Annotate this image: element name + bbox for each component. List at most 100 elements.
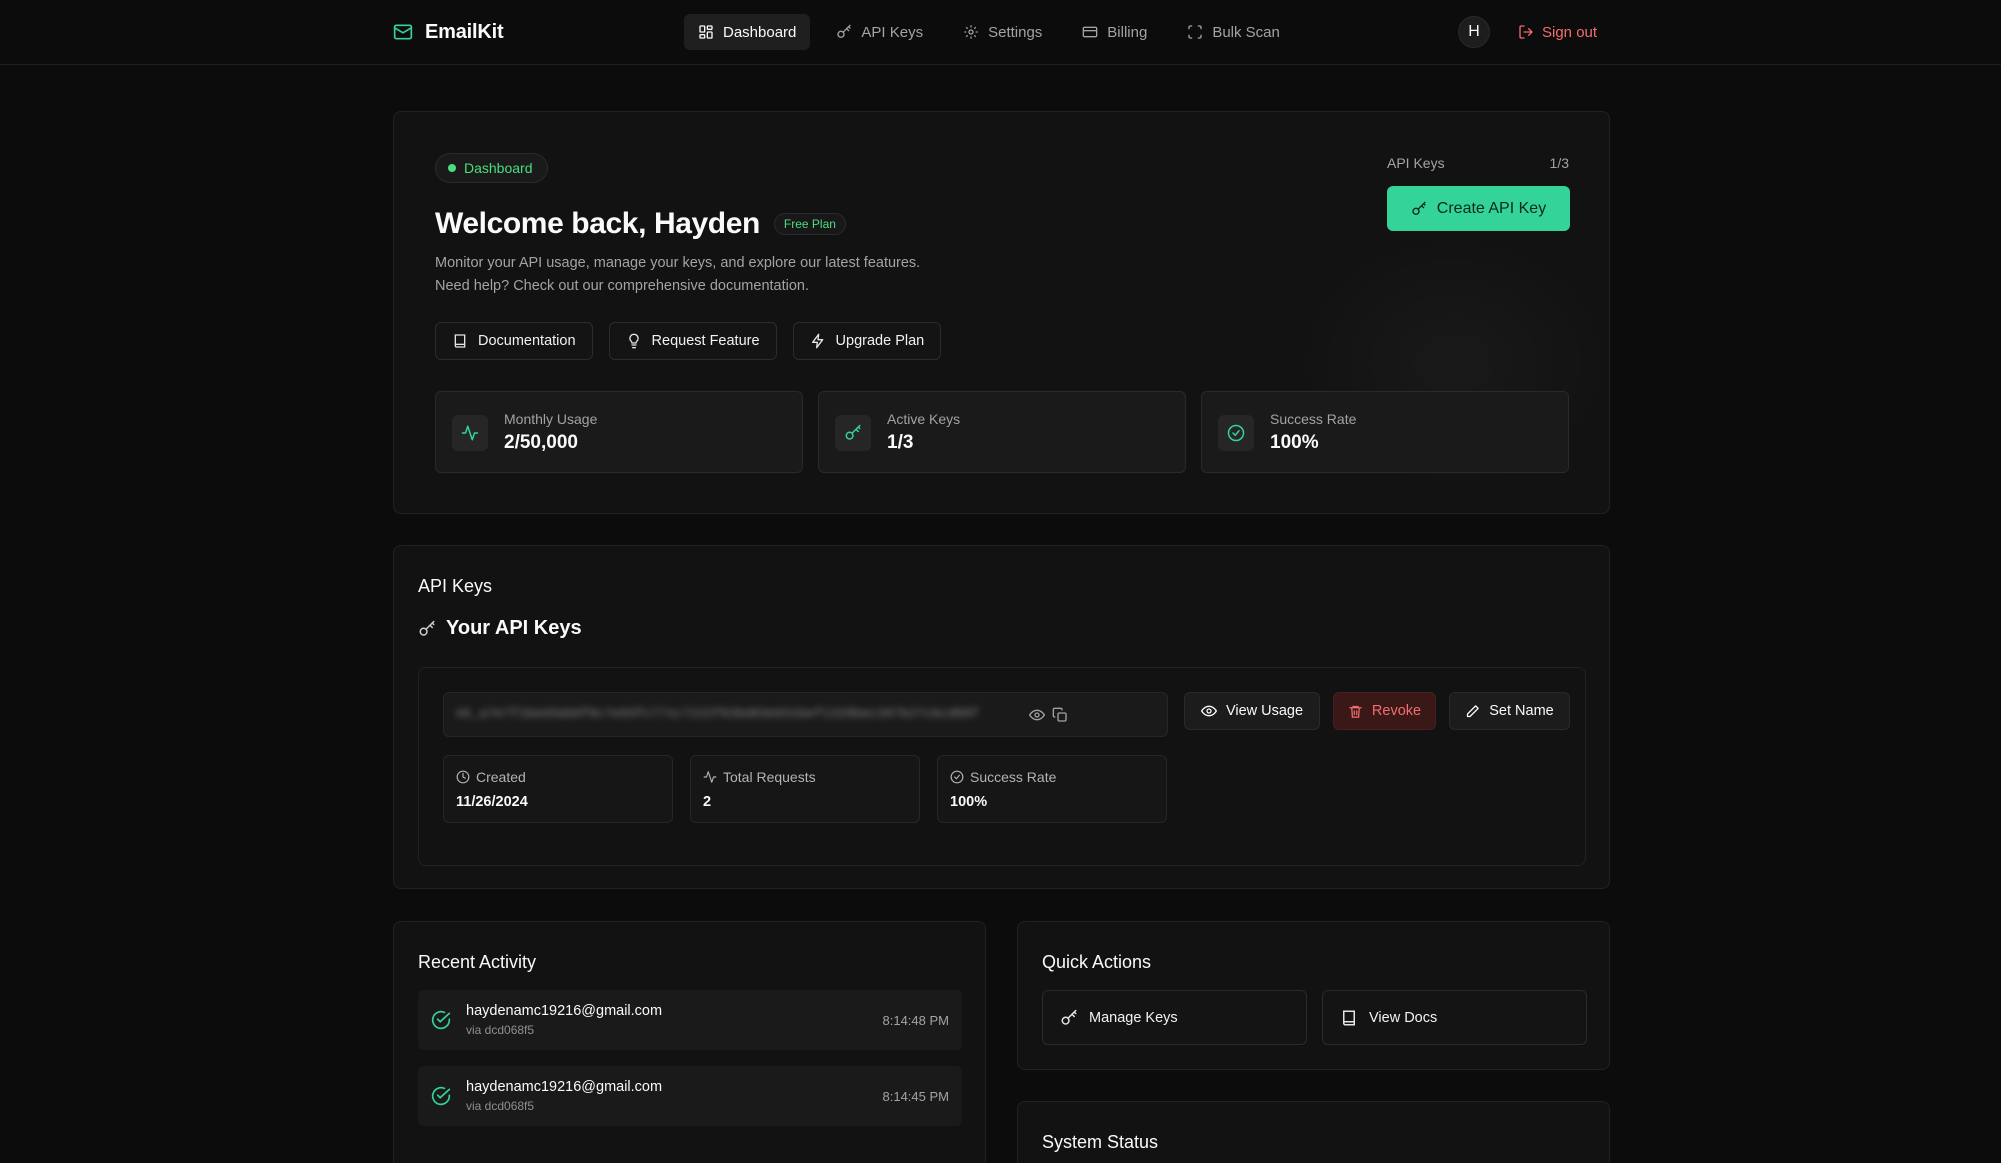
avatar[interactable]: H [1458, 16, 1490, 48]
activity-icon [452, 415, 488, 451]
stat-active-keys: Active Keys 1/3 [818, 391, 1186, 473]
credit-card-icon [1082, 24, 1098, 40]
activity-row[interactable]: haydenamc19216@gmail.com via dcd068f5 8:… [418, 990, 962, 1050]
key-icon [836, 24, 852, 40]
api-key-quota-value: 1/3 [1549, 155, 1569, 171]
key-stat-label: Total Requests [703, 769, 816, 785]
your-api-keys-label: Your API Keys [446, 617, 582, 639]
recent-activity-title: Recent Activity [418, 952, 537, 972]
check-circle-icon [431, 1086, 451, 1106]
nav-dashboard[interactable]: Dashboard [684, 14, 811, 50]
view-usage-button[interactable]: View Usage [1184, 692, 1320, 730]
brand-name: EmailKit [425, 20, 504, 43]
lightbulb-icon [626, 333, 642, 349]
nav-api-keys[interactable]: API Keys [822, 14, 937, 50]
check-circle-icon [1218, 415, 1254, 451]
set-name-label: Set Name [1489, 703, 1554, 719]
request-feature-label: Request Feature [651, 333, 760, 349]
view-docs-button[interactable]: View Docs [1322, 990, 1587, 1045]
stat-label: Monthly Usage [504, 411, 598, 427]
api-key-quota: API Keys 1/3 [1387, 155, 1569, 171]
system-status-card: System Status [1017, 1101, 1610, 1163]
stat-value: 100% [1270, 432, 1319, 453]
your-api-keys-heading: Your API Keys [418, 617, 582, 640]
view-docs-label: View Docs [1369, 1009, 1438, 1026]
nav-links: Dashboard API Keys Settings Billing Bulk… [684, 14, 1294, 50]
revoke-button[interactable]: Revoke [1333, 692, 1436, 730]
create-api-key-label: Create API Key [1436, 199, 1547, 217]
trash-icon [1348, 704, 1363, 719]
key-stat-value: 100% [950, 794, 988, 810]
nav-bulk-scan-label: Bulk Scan [1212, 23, 1280, 41]
key-stat-label-text: Created [476, 769, 526, 785]
view-usage-label: View Usage [1225, 703, 1304, 719]
eye-icon[interactable] [1029, 707, 1045, 723]
sign-out-label: Sign out [1542, 23, 1598, 41]
documentation-button[interactable]: Documentation [435, 322, 593, 360]
mail-icon [393, 22, 413, 42]
stat-label: Success Rate [1270, 411, 1357, 427]
stat-success-rate: Success Rate 100% [1201, 391, 1569, 473]
activity-email: haydenamc19216@gmail.com [466, 1079, 663, 1095]
key-stat-value: 11/26/2024 [456, 794, 528, 810]
api-keys-section-title: API Keys [418, 576, 493, 596]
key-icon [1411, 201, 1427, 217]
nav-settings-label: Settings [988, 23, 1043, 41]
key-stat-label-text: Success Rate [970, 769, 1057, 785]
section-pill: Dashboard [435, 153, 548, 183]
create-api-key-button[interactable]: Create API Key [1387, 186, 1570, 231]
description-line-1: Monitor your API usage, manage your keys… [435, 255, 921, 271]
top-navbar: EmailKit Dashboard API Keys Settings Bil… [0, 0, 2001, 65]
check-circle-icon [950, 770, 964, 784]
activity-time: 8:14:45 PM [882, 1089, 950, 1104]
key-icon [418, 620, 436, 638]
dashboard-icon [698, 24, 714, 40]
sign-out-button[interactable]: Sign out [1518, 16, 1597, 48]
key-stat-value: 2 [703, 794, 712, 810]
zap-icon [810, 333, 826, 349]
pill-label: Dashboard [464, 160, 533, 176]
key-stat-label: Created [456, 769, 526, 785]
stat-label: Active Keys [887, 411, 961, 427]
key-icon [1060, 1009, 1078, 1027]
stat-monthly-usage: Monthly Usage 2/50,000 [435, 391, 803, 473]
activity-source: via dcd068f5 [466, 1023, 535, 1037]
key-stat-label-text: Total Requests [723, 769, 816, 785]
activity-source: via dcd068f5 [466, 1099, 535, 1113]
eye-icon [1200, 703, 1217, 719]
page-title: Welcome back, Hayden [435, 207, 760, 240]
api-key-field[interactable]: ek_a7e7f1bed3ab0f0c7e93fc771c7222f63bd03… [443, 692, 1168, 737]
copy-icon[interactable] [1052, 707, 1068, 723]
quick-actions-card: Quick Actions Manage Keys View Docs [1017, 921, 1610, 1070]
pencil-icon [1465, 704, 1480, 719]
set-name-button[interactable]: Set Name [1449, 692, 1570, 730]
stat-value: 2/50,000 [504, 432, 578, 453]
revoke-label: Revoke [1371, 703, 1422, 719]
request-feature-button[interactable]: Request Feature [608, 322, 777, 360]
brand[interactable]: EmailKit [393, 18, 504, 46]
recent-activity-card: Recent Activity haydenamc19216@gmail.com… [393, 921, 986, 1163]
system-status-title: System Status [1042, 1132, 1159, 1152]
activity-time: 8:14:48 PM [882, 1013, 950, 1028]
api-keys-card: API Keys Your API Keys ek_a7e7f1bed3ab0f… [393, 545, 1610, 889]
upgrade-plan-button[interactable]: Upgrade Plan [792, 322, 942, 360]
book-icon [452, 333, 468, 349]
welcome-card: Dashboard Welcome back, Hayden Free Plan… [393, 111, 1610, 514]
nav-billing[interactable]: Billing [1068, 14, 1161, 50]
key-stat-total-requests: Total Requests 2 [690, 755, 920, 823]
quick-actions-title: Quick Actions [1042, 952, 1152, 972]
nav-bulk-scan[interactable]: Bulk Scan [1173, 14, 1294, 50]
manage-keys-button[interactable]: Manage Keys [1042, 990, 1307, 1045]
welcome-title-row: Welcome back, Hayden Free Plan [435, 207, 846, 241]
logout-icon [1518, 24, 1534, 40]
activity-email: haydenamc19216@gmail.com [466, 1003, 663, 1019]
documentation-label: Documentation [478, 333, 576, 349]
hero-actions: Documentation Request Feature Upgrade Pl… [435, 322, 942, 360]
upgrade-plan-label: Upgrade Plan [835, 333, 925, 349]
gear-icon [963, 24, 979, 40]
activity-icon [703, 770, 717, 784]
nav-settings[interactable]: Settings [949, 14, 1056, 50]
welcome-description: Monitor your API usage, manage your keys… [435, 252, 920, 298]
scan-icon [1187, 24, 1203, 40]
activity-row[interactable]: haydenamc19216@gmail.com via dcd068f5 8:… [418, 1066, 962, 1126]
